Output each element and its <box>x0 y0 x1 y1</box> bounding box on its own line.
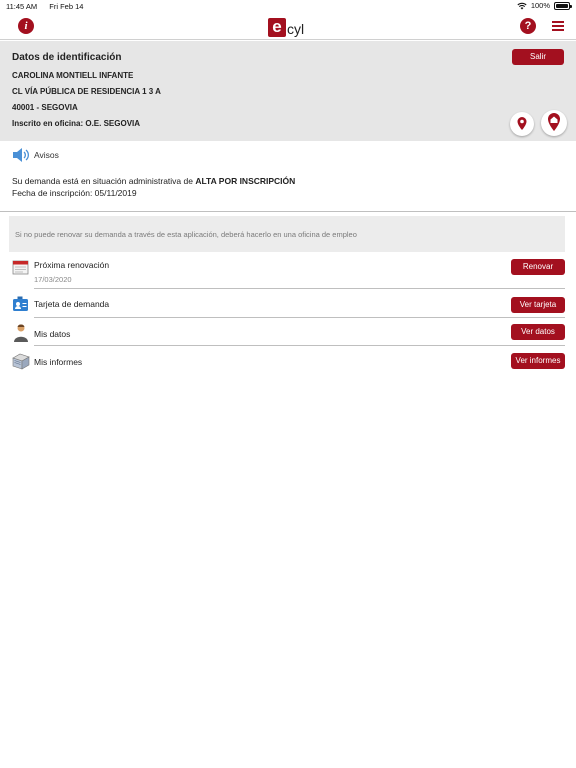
battery-icon <box>554 1 572 10</box>
battery-percent: 100% <box>530 1 550 10</box>
renovacion-title: Próxima renovación <box>34 260 110 270</box>
ecyl-logo: e cyl <box>268 15 304 37</box>
identification-title: Datos de identificación <box>12 52 122 63</box>
list-item-renovacion: Próxima renovación 17/03/2020 Renovar <box>12 257 565 287</box>
user-address: CL VÍA PÚBLICA DE RESIDENCIA 1 3 A <box>12 87 161 96</box>
person-icon <box>14 324 28 342</box>
logo-e: e <box>268 18 286 37</box>
renovacion-date: 17/03/2020 <box>34 275 72 284</box>
status-date: Fri Feb 14 <box>49 2 84 11</box>
list-item-mis-informes: Mis informes Ver informes <box>12 351 565 373</box>
renovar-button[interactable]: Renovar <box>511 259 565 275</box>
user-name: CAROLINA MONTIELL INFANTE <box>12 71 134 80</box>
row-divider <box>34 317 565 318</box>
location-pin-icon[interactable] <box>510 112 534 136</box>
user-city: 40001 - SEGOVIA <box>12 103 78 112</box>
user-office: Inscrito en oficina: O.E. SEGOVIA <box>12 119 141 128</box>
list-item-mis-datos: Mis datos Ver datos <box>12 322 565 344</box>
nav-bar: i e cyl ? <box>0 12 576 40</box>
mis-datos-title: Mis datos <box>34 329 71 339</box>
identification-panel: Datos de identificación CAROLINA MONTIEL… <box>0 41 576 141</box>
demand-status-value: ALTA POR INSCRIPCIÓN <box>195 176 296 186</box>
mis-informes-title: Mis informes <box>34 357 83 367</box>
home-office-icon[interactable] <box>541 110 567 136</box>
ver-tarjeta-button[interactable]: Ver tarjeta <box>511 297 565 313</box>
ver-datos-button[interactable]: Ver datos <box>511 324 565 340</box>
ver-informes-button[interactable]: Ver informes <box>511 353 565 369</box>
logo-text: cyl <box>287 21 305 37</box>
list-item-tarjeta: Tarjeta de demanda Ver tarjeta <box>12 295 565 315</box>
info-icon[interactable]: i <box>18 18 34 34</box>
speaker-icon <box>13 148 29 162</box>
inscription-date: Fecha de inscripción: 05/11/2019 <box>12 188 137 198</box>
hamburger-icon[interactable] <box>552 21 564 31</box>
id-card-icon <box>13 296 28 311</box>
salir-button[interactable]: Salir <box>512 49 564 65</box>
section-divider <box>0 211 576 212</box>
documents-icon <box>12 353 30 370</box>
avisos-row[interactable]: Avisos <box>12 146 59 164</box>
wifi-icon <box>517 2 527 9</box>
renewal-notice: Si no puede renovar su demanda a través … <box>9 216 565 252</box>
row-divider <box>34 345 565 346</box>
demand-status-message: Su demanda está en situación administrat… <box>12 176 295 186</box>
status-bar: 11:45 AM Fri Feb 14 100% <box>0 0 576 12</box>
status-time: 11:45 AM <box>6 2 38 11</box>
tarjeta-title: Tarjeta de demanda <box>34 299 110 309</box>
avisos-label: Avisos <box>34 150 59 160</box>
calendar-icon <box>12 260 29 275</box>
question-icon[interactable]: ? <box>520 18 536 34</box>
demand-status-prefix: Su demanda está en situación administrat… <box>12 176 196 186</box>
row-divider <box>34 288 565 289</box>
